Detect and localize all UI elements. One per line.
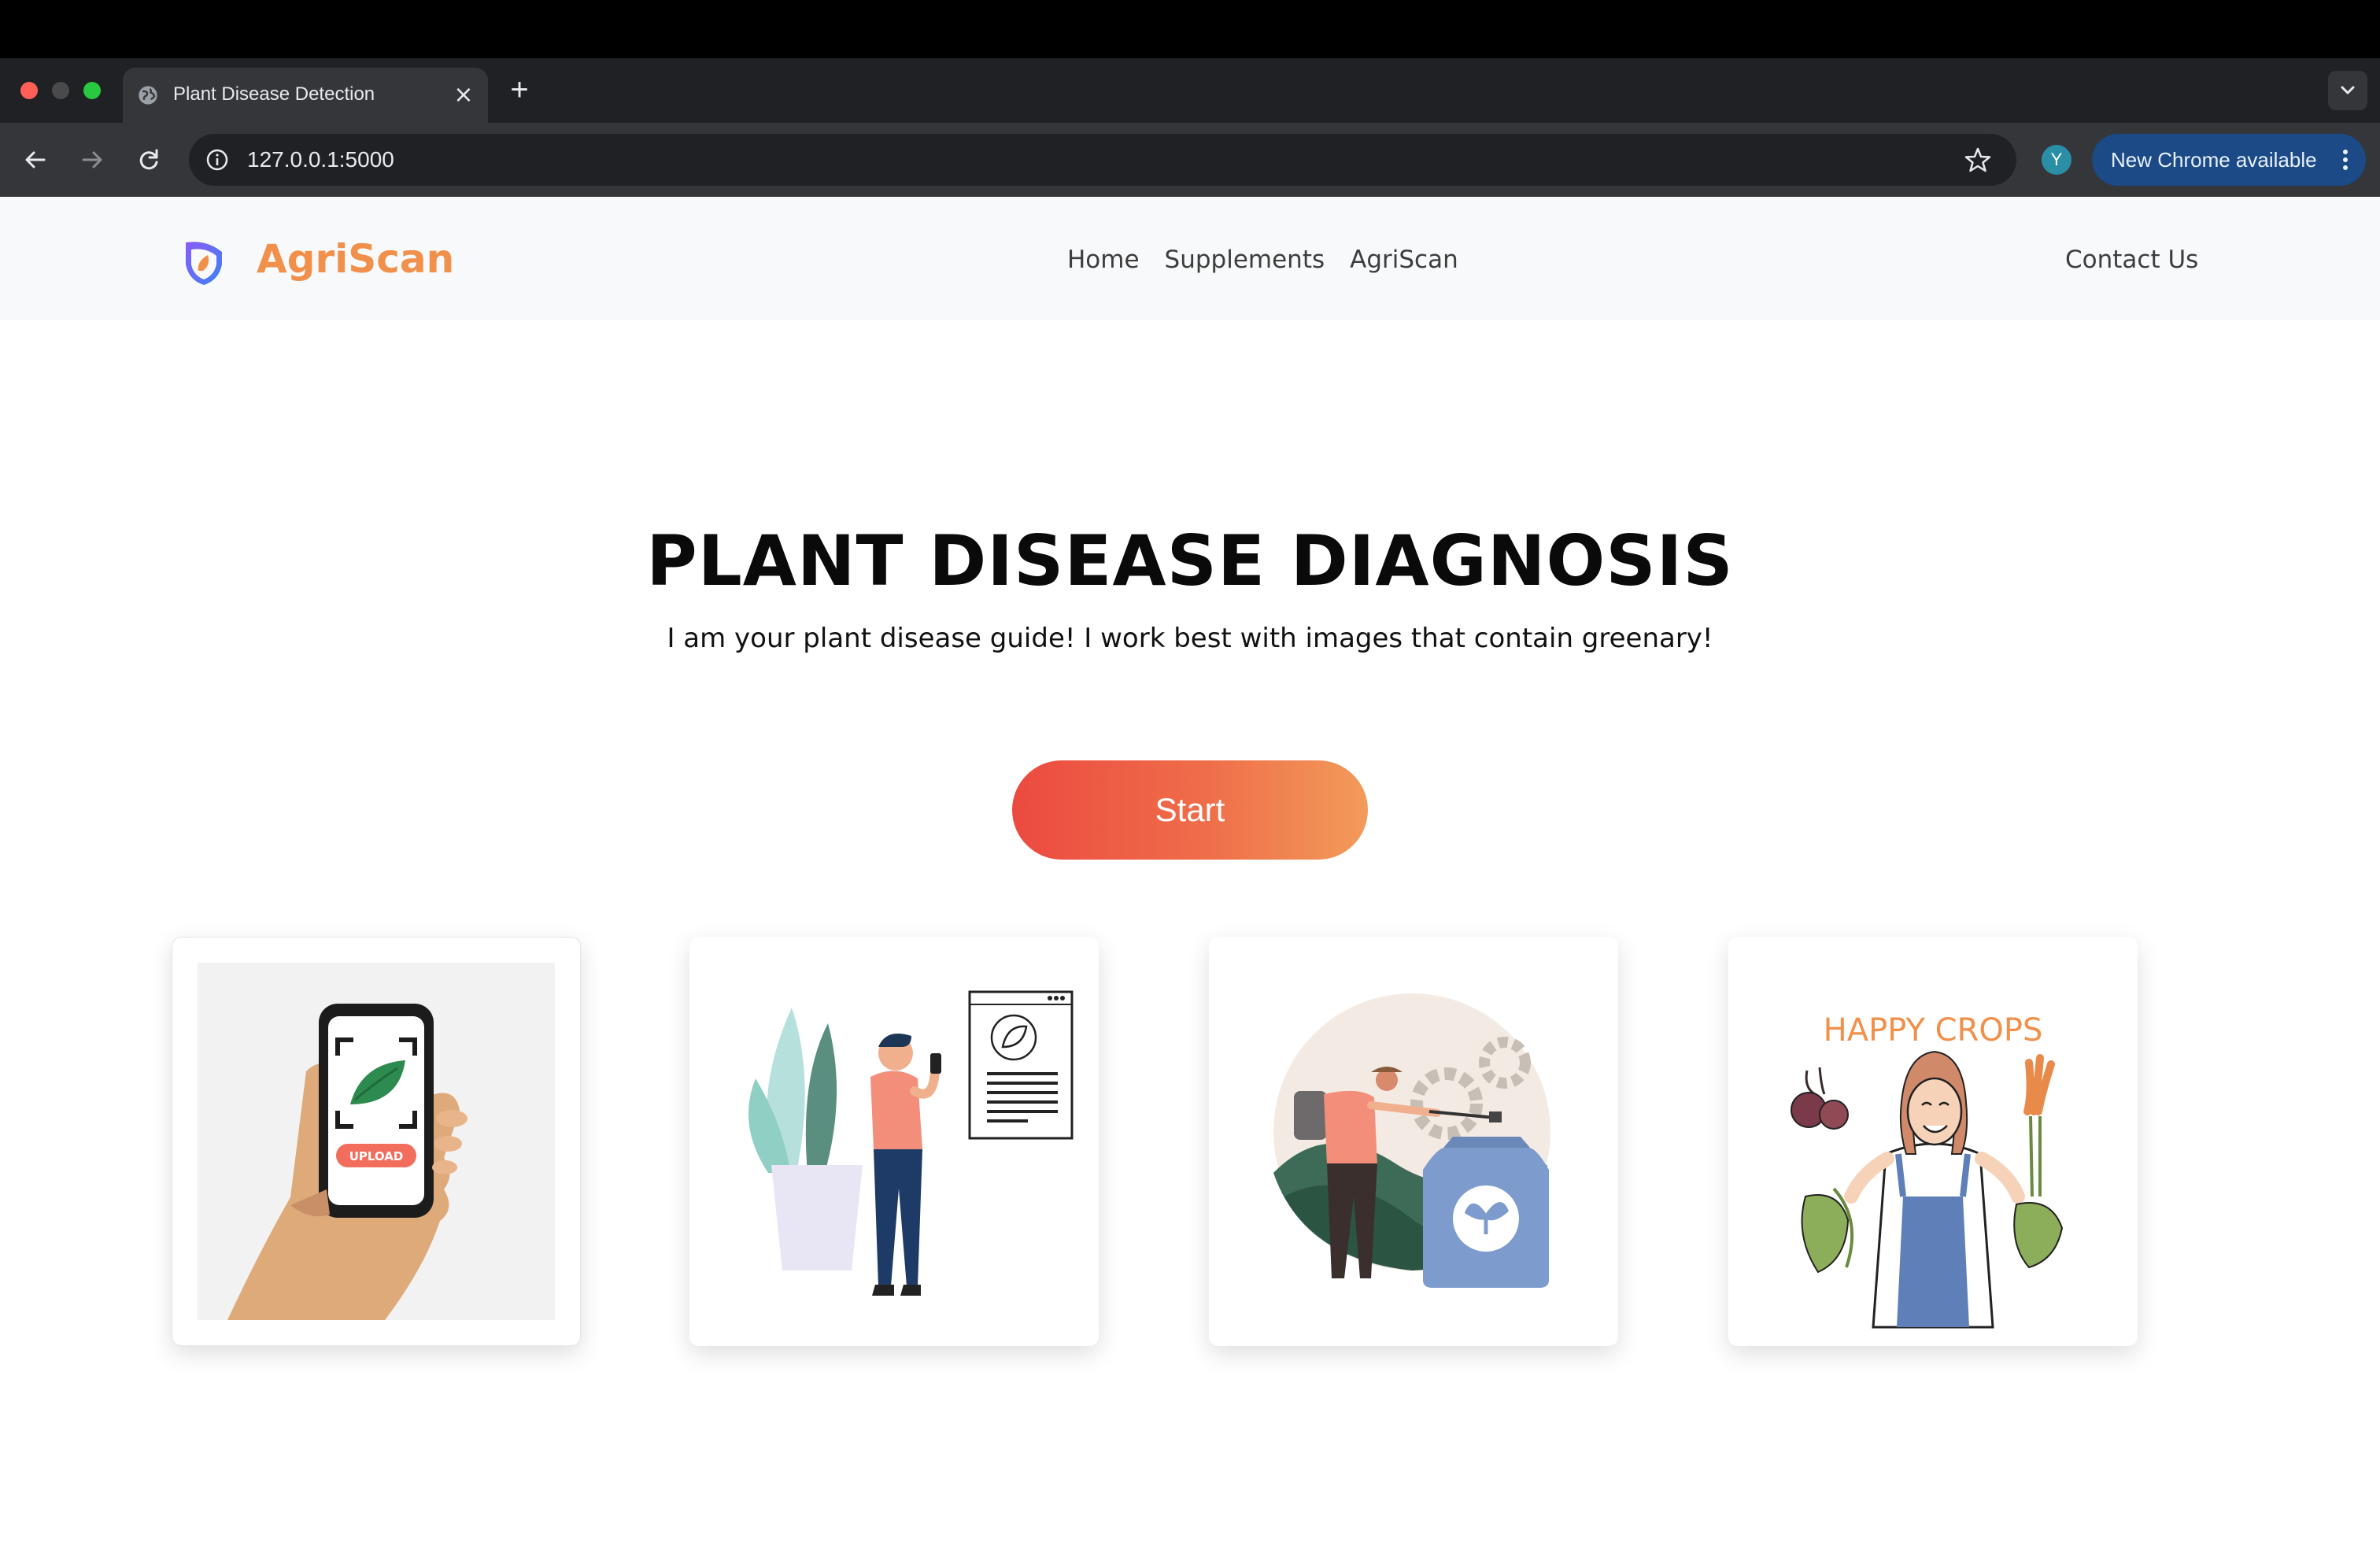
start-button[interactable]: Start	[1012, 760, 1368, 860]
address-url[interactable]: 127.0.0.1:5000	[247, 146, 394, 174]
browser-toolbar: 127.0.0.1:5000	[0, 123, 2380, 197]
feature-card-supplements[interactable]	[1209, 937, 1618, 1346]
happy-crops-illustration: HAPPY CROPS	[1791, 1012, 2064, 1329]
feature-card-happy-crops[interactable]: HAPPY CROPS	[1728, 937, 2138, 1346]
reload-icon[interactable]	[131, 142, 167, 178]
happy-crops-title: HAPPY CROPS	[1824, 1012, 2043, 1049]
site-navbar: AgriScan Home Supplements AgriScan Conta…	[0, 197, 2380, 320]
chevron-down-icon	[2341, 86, 2355, 94]
back-arrow-icon[interactable]	[17, 142, 54, 178]
hero-title: PLANT DISEASE DIAGNOSIS	[646, 520, 1734, 601]
tab-search-button[interactable]	[2328, 71, 2367, 110]
window-minimize-button[interactable]	[52, 82, 69, 99]
profile-avatar[interactable]: Y	[2042, 145, 2071, 175]
agriscan-logo-icon[interactable]	[181, 239, 227, 287]
page-viewport: AgriScan Home Supplements AgriScan Conta…	[0, 197, 2380, 1546]
window-close-button[interactable]	[20, 82, 38, 99]
forward-arrow-icon[interactable]	[74, 142, 110, 178]
site-info-icon[interactable]	[203, 146, 231, 174]
address-bar[interactable]: 127.0.0.1:5000	[189, 134, 2016, 186]
feature-card-upload[interactable]: UPLOAD	[172, 937, 581, 1346]
hero-subtitle: I am your plant disease guide! I work be…	[667, 623, 1713, 654]
tab-title: Plant Disease Detection	[173, 83, 375, 105]
chrome-update-label: New Chrome available	[2111, 148, 2317, 172]
browser-tab[interactable]: Plant Disease Detection ×	[123, 68, 488, 123]
nav-link-home[interactable]: Home	[1067, 242, 1140, 277]
brand-name[interactable]: AgriScan	[257, 231, 454, 287]
globe-icon	[139, 86, 157, 105]
window-zoom-button[interactable]	[83, 82, 101, 99]
nav-link-contact[interactable]: Contact Us	[2065, 242, 2198, 277]
feature-card-scan[interactable]	[689, 937, 1099, 1346]
upload-badge-label: UPLOAD	[349, 1149, 404, 1163]
bookmark-star-icon[interactable]	[1963, 145, 1993, 175]
phone-upload-illustration: UPLOAD	[198, 963, 555, 1320]
more-vert-icon	[2343, 150, 2348, 170]
farmer-spraying-illustration	[1273, 993, 1550, 1288]
nav-link-supplements[interactable]: Supplements	[1165, 242, 1325, 277]
tab-close-icon[interactable]: ×	[452, 83, 475, 107]
nav-links: Home Supplements AgriScan	[1067, 242, 1458, 277]
nav-link-agriscan[interactable]: AgriScan	[1350, 242, 1458, 277]
screen-top-bar	[0, 0, 2380, 58]
new-tab-icon[interactable]: +	[507, 74, 532, 105]
chrome-update-button[interactable]: New Chrome available	[2092, 134, 2366, 186]
plant-scan-illustration	[748, 990, 1074, 1296]
